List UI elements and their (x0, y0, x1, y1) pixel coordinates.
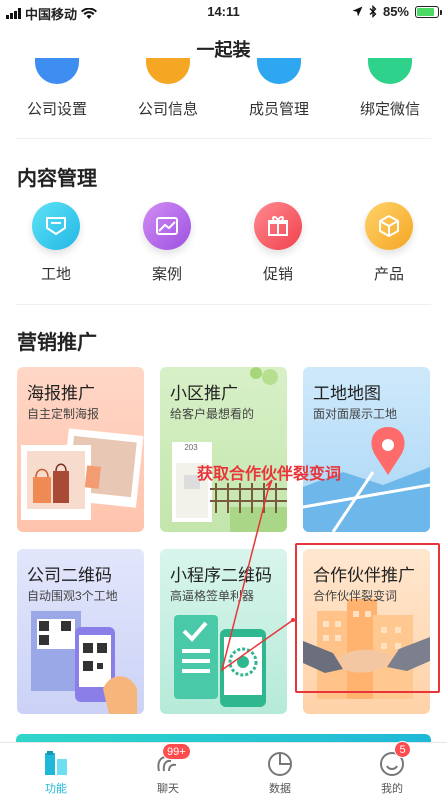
functions-icon (45, 751, 67, 775)
community-promotion-subtitle: 给客户最想看的 (170, 407, 255, 421)
tab-bar: 功能 99+ 聊天 数据 5 我的 (0, 741, 447, 795)
bluetooth-icon (369, 5, 377, 18)
company-info-icon (146, 58, 190, 84)
tab-functions-label: 功能 (45, 783, 67, 795)
marketing-section-title: 营销推广 (17, 332, 97, 354)
cases-item[interactable]: 案例 (127, 202, 207, 284)
promotion-item[interactable]: 促销 (238, 202, 318, 284)
battery-icon (415, 5, 442, 18)
tab-data[interactable]: 数据 (224, 743, 336, 795)
mini-program-qrcode-card[interactable]: 小程序二维码 高逼格签单利器 (160, 549, 287, 714)
products-item[interactable]: 产品 (349, 202, 429, 284)
company-qrcode-card[interactable]: 公司二维码 自动围观3个工地 (17, 549, 144, 714)
battery-percent: 85% (382, 4, 409, 19)
gift-icon (254, 202, 302, 250)
site-map-title: 工地地图 (313, 384, 381, 403)
status-right: 85% (352, 4, 442, 19)
location-arrow-icon (352, 6, 363, 17)
company-settings-row: 公司设置 公司信息 成员管理 绑定微信 (0, 58, 447, 120)
company-info-label: 公司信息 (137, 101, 198, 118)
poster-promotion-title: 海报推广 (27, 384, 95, 403)
member-management-icon (257, 58, 301, 84)
content-section-title: 内容管理 (17, 168, 97, 190)
product-box-icon (365, 202, 413, 250)
company-settings-icon (35, 58, 79, 84)
status-bar: 中国移动 14:11 85% (0, 0, 447, 24)
community-promotion-title: 小区推广 (170, 384, 238, 403)
divider (16, 304, 431, 305)
case-image-icon (143, 202, 191, 250)
poster-promotion-subtitle: 自主定制海报 (27, 407, 100, 421)
member-management-label: 成员管理 (248, 101, 309, 118)
tab-data-label: 数据 (269, 783, 291, 795)
divider (16, 138, 431, 139)
company-settings-label: 公司设置 (26, 101, 87, 118)
site-map-subtitle: 面对面展示工地 (313, 407, 398, 421)
company-qrcode-subtitle: 自动围观3个工地 (27, 589, 118, 603)
tab-mine-label: 我的 (381, 783, 403, 795)
construction-site-label: 工地 (40, 266, 71, 283)
annotation-label: 获取合作伙伴裂变词 (197, 466, 342, 483)
company-qrcode-title: 公司二维码 (27, 566, 112, 585)
bind-wechat-label: 绑定微信 (359, 101, 420, 118)
battery-level (417, 7, 434, 16)
tab-functions[interactable]: 功能 (0, 743, 112, 795)
tab-mine[interactable]: 5 我的 (336, 741, 447, 795)
pie-chart-icon (268, 752, 292, 776)
community-sign-number: 203 (184, 443, 198, 452)
mini-program-qrcode-title: 小程序二维码 (170, 566, 272, 585)
site-map-card[interactable]: 工地地图 面对面展示工地 (303, 367, 430, 532)
products-label: 产品 (373, 266, 404, 283)
partner-card-highlight (295, 543, 440, 693)
mine-notification-badge: 5 (394, 741, 411, 758)
cases-label: 案例 (151, 266, 182, 283)
building-site-icon (32, 202, 80, 250)
poster-promotion-card[interactable]: 海报推广 自主定制海报 (17, 367, 144, 532)
bind-wechat-icon (368, 58, 412, 84)
mini-program-qrcode-subtitle: 高逼格签单利器 (170, 589, 255, 603)
tab-chat-label: 聊天 (157, 783, 179, 795)
promotion-label: 促销 (262, 266, 293, 283)
tab-chat[interactable]: 99+ 聊天 (112, 743, 224, 795)
construction-site-item[interactable]: 工地 (16, 202, 96, 284)
chat-unread-badge: 99+ (162, 743, 191, 760)
community-promotion-card[interactable]: 203 小区推广 给客户最想看的 (160, 367, 287, 532)
